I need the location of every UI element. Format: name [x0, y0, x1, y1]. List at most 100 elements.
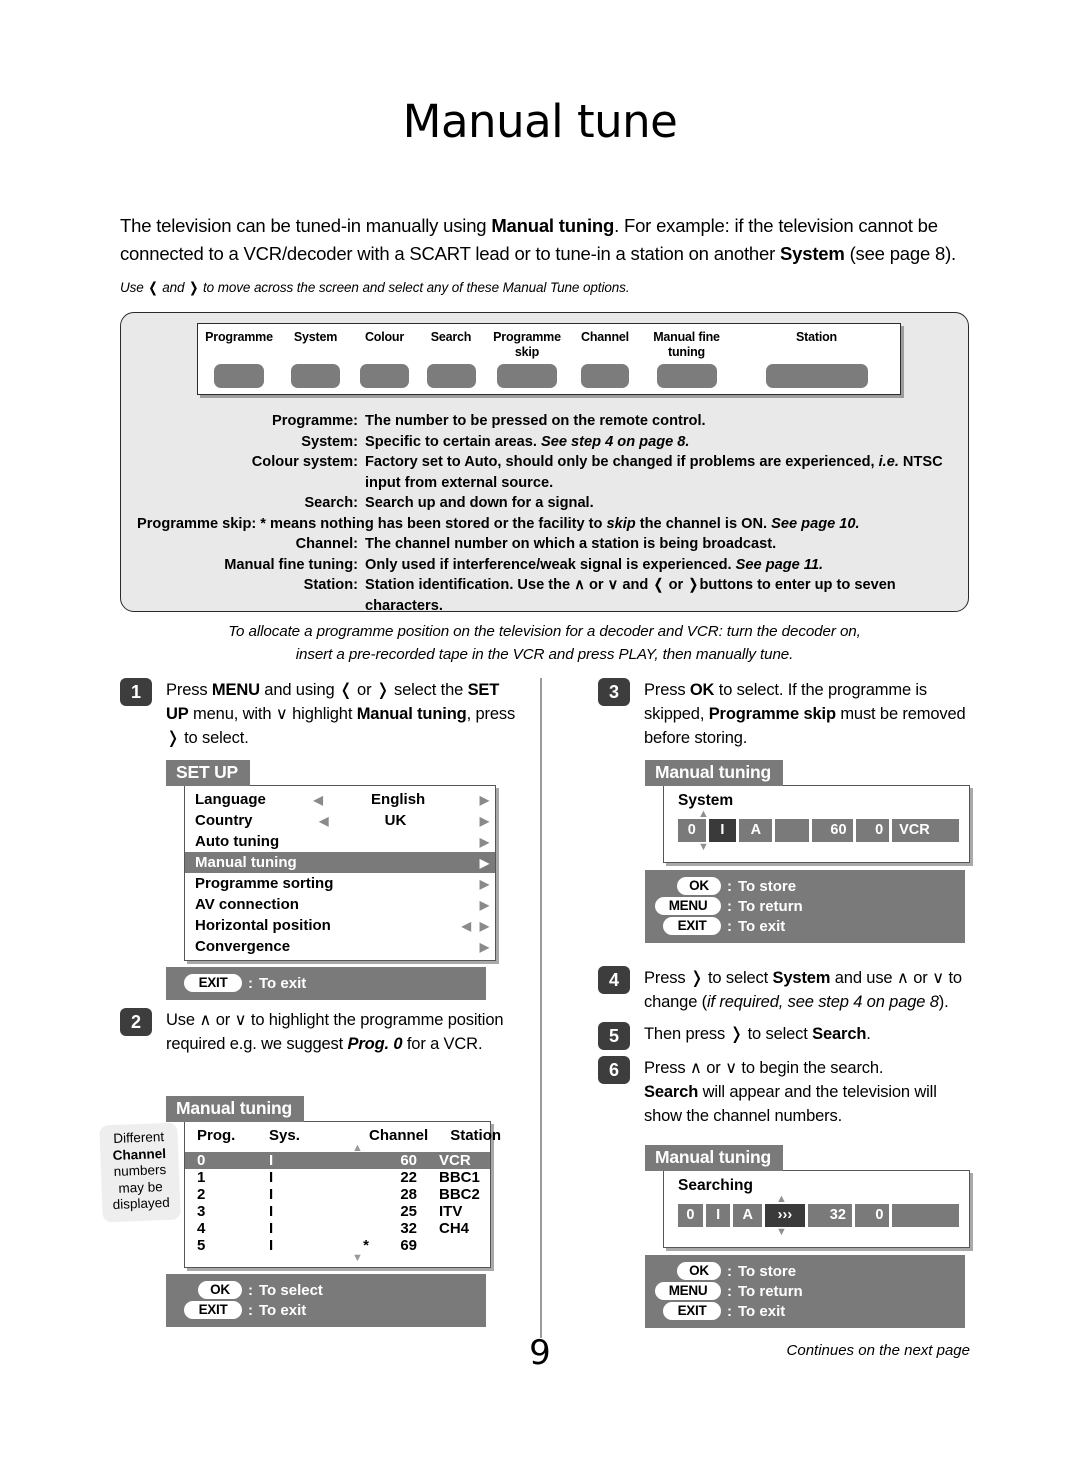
field-system[interactable]: I: [708, 819, 737, 842]
table-row[interactable]: 4 I 32 CH4: [185, 1220, 490, 1237]
table-row[interactable]: 2 I 28 BBC2: [185, 1186, 490, 1203]
continues-note: Continues on the next page: [786, 1342, 970, 1359]
cell-prog: 4: [197, 1220, 206, 1237]
cell-station: ITV: [439, 1203, 463, 1220]
setup-item-programme-sorting[interactable]: Programme sorting ▶: [185, 873, 495, 894]
option-slot-colour[interactable]: [360, 364, 409, 388]
footer-colon: :: [727, 917, 732, 935]
right-arrow-icon[interactable]: ▶: [473, 856, 489, 870]
system-osd-tab: Manual tuning: [645, 760, 783, 786]
right-arrow-icon: ❭: [687, 577, 700, 593]
exit-key[interactable]: EXIT: [184, 1301, 242, 1319]
step-4-text: Press ❭ to select System and use ∧ or ∨ …: [644, 969, 962, 1011]
column-divider: [540, 678, 542, 1338]
intro-bold-system: System: [780, 243, 845, 264]
menu-key[interactable]: MENU: [655, 897, 721, 915]
option-label-station: Station: [796, 330, 837, 344]
menu-key[interactable]: MENU: [655, 1282, 721, 1300]
right-arrow-icon[interactable]: ▶: [473, 835, 489, 849]
definition-row: Programme skip: * means nothing has been…: [137, 514, 955, 535]
left-arrow-icon[interactable]: ◀: [314, 793, 323, 807]
down-arrow-icon[interactable]: ▼: [776, 1227, 959, 1238]
ok-key[interactable]: OK: [677, 877, 721, 895]
setup-item-horizontal-position[interactable]: Horizontal position ◀ ▶: [185, 915, 495, 936]
step-2-badge: 2: [120, 1008, 152, 1036]
exit-key[interactable]: EXIT: [663, 917, 721, 935]
field-system[interactable]: I: [705, 1204, 731, 1227]
cell-station: VCR: [439, 1152, 471, 1169]
allocate-note-line1: To allocate a programme position on the …: [228, 623, 861, 640]
option-label-channel: Channel: [581, 330, 629, 344]
exit-key[interactable]: EXIT: [663, 1302, 721, 1320]
option-slot-station[interactable]: [765, 364, 868, 388]
right-arrow-icon[interactable]: ▶: [473, 814, 489, 828]
setup-item-auto-tuning[interactable]: Auto tuning ▶: [185, 831, 495, 852]
right-arrow-icon[interactable]: ▶: [473, 898, 489, 912]
searching-osd-tab: Manual tuning: [645, 1145, 783, 1171]
setup-item-language[interactable]: Language ◀ English ▶: [185, 789, 495, 810]
option-slot-programme-skip[interactable]: [497, 364, 557, 388]
footer-action: To exit: [259, 1301, 307, 1319]
field-search[interactable]: ›››: [764, 1204, 805, 1227]
field-fine-tuning[interactable]: 0: [855, 819, 890, 842]
left-arrow-icon[interactable]: ◀: [319, 814, 328, 828]
field-programme[interactable]: 0: [678, 819, 706, 842]
scroll-up-icon[interactable]: ▲: [185, 1143, 490, 1154]
field-colour[interactable]: A: [739, 819, 773, 842]
cell-channel: 25: [400, 1203, 417, 1220]
down-arrow-icon[interactable]: ▼: [698, 842, 959, 853]
step-1-badge: 1: [120, 678, 152, 706]
system-osd-panel: System ▲ 0 I A 60 0 VCR ▼: [663, 785, 970, 863]
field-station[interactable]: [892, 1204, 959, 1227]
cell-station: BBC1: [439, 1169, 480, 1186]
column-header-prog: Prog.: [197, 1127, 236, 1144]
field-station[interactable]: VCR: [892, 819, 959, 842]
setup-item-country[interactable]: Country ◀ UK ▶: [185, 810, 495, 831]
definition-term: Station:: [303, 577, 358, 593]
option-slot-programme[interactable]: [214, 364, 264, 388]
option-slot-channel[interactable]: [581, 364, 629, 388]
table-row[interactable]: 0 I 60 VCR: [185, 1152, 490, 1169]
cell-channel: 69: [400, 1237, 417, 1254]
setup-item-av-connection[interactable]: AV connection ▶: [185, 894, 495, 915]
footer-keyrow: MENU : To return: [645, 897, 965, 915]
setup-item-convergence[interactable]: Convergence ▶: [185, 936, 495, 957]
right-arrow-icon[interactable]: ▶: [473, 793, 489, 807]
cell-station: [417, 1237, 482, 1254]
exit-key[interactable]: EXIT: [184, 974, 242, 992]
field-search[interactable]: [775, 819, 809, 842]
definition-term: Programme skip:: [137, 515, 257, 532]
right-arrow-icon[interactable]: ▶: [473, 940, 489, 954]
ok-key[interactable]: OK: [198, 1281, 242, 1299]
setup-item-manual-tuning[interactable]: Manual tuning ▶: [185, 852, 495, 873]
right-arrow-icon[interactable]: ▶: [473, 877, 489, 891]
table-row[interactable]: 1 I 22 BBC1: [185, 1169, 490, 1186]
option-slot-search[interactable]: [426, 364, 476, 388]
setup-item-label: AV connection: [195, 896, 299, 913]
definition-term: Colour system:: [251, 454, 358, 470]
ok-key[interactable]: OK: [677, 1262, 721, 1280]
up-arrow-icon[interactable]: ▲: [698, 809, 959, 820]
left-arrow-icon: ❬: [652, 577, 665, 593]
scroll-down-icon[interactable]: ▼: [185, 1253, 490, 1265]
down-arrow-icon: ∨: [234, 1011, 247, 1029]
field-channel[interactable]: 32: [807, 1204, 852, 1227]
up-arrow-icon[interactable]: ▲: [776, 1194, 959, 1205]
option-slot-manual-fine-tuning[interactable]: [656, 364, 717, 388]
field-colour[interactable]: A: [733, 1204, 762, 1227]
option-bar-labels: Programme System Colour Search Programme…: [198, 328, 900, 364]
field-programme[interactable]: 0: [678, 1204, 703, 1227]
left-arrow-icon[interactable]: ◀: [462, 919, 471, 933]
table-row[interactable]: 5 I * 69: [185, 1237, 490, 1254]
option-slot-system[interactable]: [291, 364, 340, 388]
cell-channel: 32: [400, 1220, 417, 1237]
up-arrow-icon: ∧: [574, 577, 585, 593]
field-channel[interactable]: 60: [811, 819, 853, 842]
left-arrow-icon: ❬: [147, 280, 159, 295]
field-fine-tuning[interactable]: 0: [854, 1204, 890, 1227]
callout-line-3: numbers: [113, 1161, 167, 1180]
right-arrow-icon[interactable]: ▶: [473, 919, 489, 933]
table-row[interactable]: 3 I 25 ITV: [185, 1203, 490, 1220]
setup-item-value: English: [371, 791, 426, 808]
searching-osd: Manual tuning Searching ▲ 0 I A ››› 32 0…: [645, 1145, 970, 1328]
